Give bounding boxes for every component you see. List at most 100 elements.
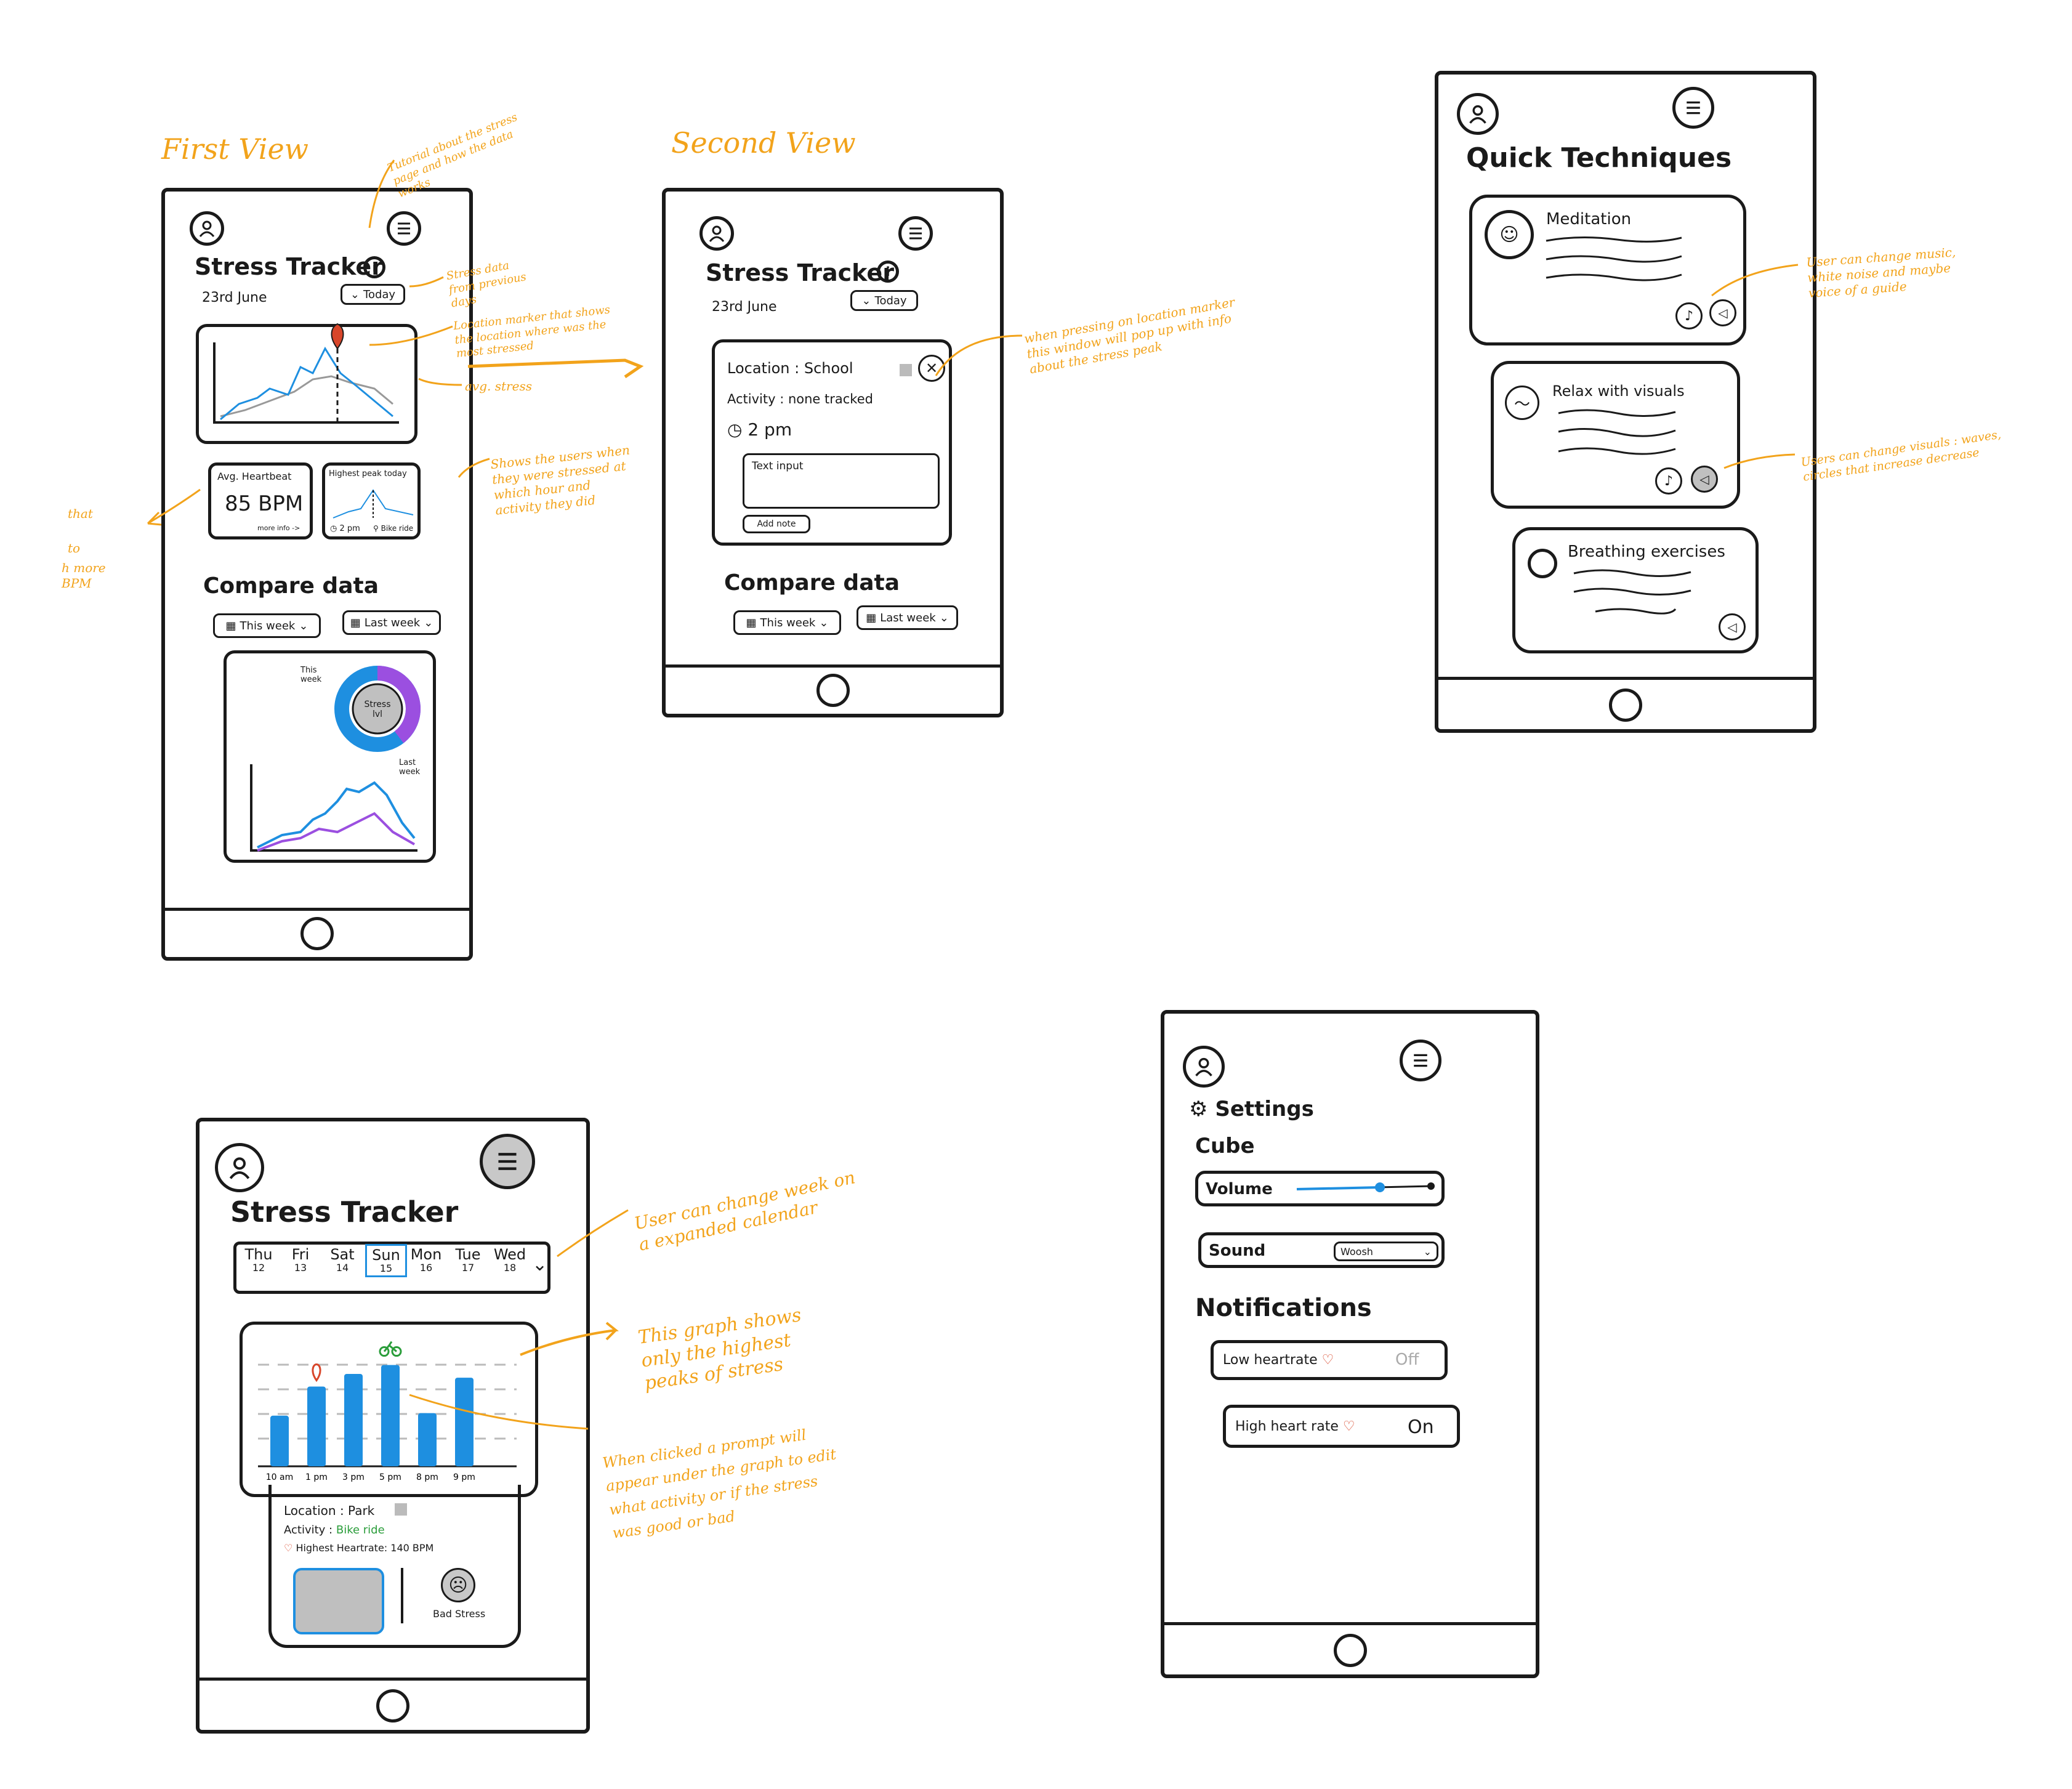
close-icon[interactable]: ✕ [918, 355, 945, 382]
last-week-label: Last week [880, 611, 936, 624]
home-button[interactable] [376, 1689, 409, 1722]
annotation-avg-stress: avg. stress [465, 379, 532, 394]
location-marker-icon [312, 1363, 321, 1383]
popup-activity: Activity : none tracked [727, 392, 873, 406]
detail-heartrate: ♡ Highest Heartrate: 140 BPM [284, 1542, 433, 1554]
settings-title: Settings [1215, 1097, 1314, 1121]
menu-icon[interactable] [387, 211, 421, 246]
profile-icon[interactable] [190, 211, 224, 246]
bar[interactable] [418, 1413, 437, 1466]
this-week-button[interactable]: ▦ This week ⌄ [213, 613, 321, 638]
compare-line-chart [250, 764, 417, 852]
phone-bottom-bar [1438, 677, 1813, 729]
day-wed[interactable]: Wed 18 [491, 1246, 529, 1274]
donut-center-label: Stress lvl [364, 700, 391, 719]
detail-activity-value: Bike ride [336, 1524, 385, 1537]
high-heartrate-row[interactable]: High heart rate ♡ On [1223, 1405, 1460, 1448]
location-popup[interactable]: Location : School ✕ Activity : none trac… [712, 339, 952, 546]
avg-heartbeat-card[interactable]: Avg. Heartbeat 85 BPM more info -> [208, 462, 313, 539]
bar[interactable] [307, 1386, 326, 1467]
wave-icon: 〜 [1505, 386, 1539, 420]
day-thu[interactable]: Thu 12 [240, 1246, 278, 1274]
day-sat[interactable]: Sat 14 [323, 1246, 361, 1274]
first-view-title: First View [161, 132, 309, 166]
add-note-button[interactable]: Add note [743, 515, 810, 533]
bar[interactable] [381, 1365, 400, 1466]
note-text-input[interactable]: Text input [743, 453, 940, 509]
sound-select-value: Woosh [1340, 1245, 1373, 1258]
relax-visuals-card[interactable]: 〜 Relax with visuals ♪ ◁ [1491, 361, 1740, 509]
meditation-label: Meditation [1546, 210, 1632, 228]
speaker-icon[interactable]: ◁ [1691, 466, 1718, 493]
speaker-icon[interactable]: ◁ [1709, 299, 1736, 326]
phone-bottom-bar [200, 1678, 586, 1730]
day-name: Tue [455, 1246, 481, 1263]
photo-placeholder[interactable] [293, 1568, 384, 1634]
bar-label: 8 pm [416, 1472, 438, 1482]
low-heartrate-toggle[interactable]: Off [1395, 1351, 1419, 1369]
bar[interactable] [270, 1415, 289, 1466]
day-mon[interactable]: Mon 16 [407, 1246, 445, 1274]
low-heartrate-row[interactable]: Low heartrate ♡ Off [1211, 1340, 1448, 1380]
last-week-button[interactable]: ▦ Last week ⌄ [342, 610, 441, 635]
peak-detail-card[interactable]: Location : Park Activity : Bike ride ♡ H… [268, 1485, 521, 1648]
home-button[interactable] [1333, 1634, 1367, 1667]
menu-icon[interactable] [1672, 87, 1714, 129]
settings-phone: ⚙ Settings Cube Volume Sound Woosh ⌄ Noti… [1161, 1010, 1539, 1678]
music-note-icon[interactable]: ♪ [1675, 302, 1703, 329]
relax-text-lines [1558, 409, 1676, 455]
phone-bottom-bar [165, 908, 469, 957]
home-button[interactable] [300, 917, 334, 950]
last-week-button[interactable]: ▦ Last week ⌄ [857, 605, 958, 630]
bar[interactable] [455, 1378, 474, 1466]
meditation-card[interactable]: ☺ Meditation ♪ ◁ [1469, 195, 1746, 345]
annotation-change-visuals: Users can change visuals : waves, circle… [1800, 427, 2002, 484]
speaker-icon[interactable]: ◁ [1719, 613, 1746, 640]
home-button[interactable] [816, 674, 850, 707]
chevron-down-icon: ⌄ [861, 294, 871, 307]
high-heartrate-toggle[interactable]: On [1408, 1416, 1434, 1438]
menu-icon[interactable] [1400, 1040, 1441, 1081]
breathing-card[interactable]: Breathing exercises ◁ [1512, 527, 1759, 653]
profile-icon[interactable] [699, 216, 734, 251]
popup-time-value: 2 pm [748, 419, 792, 440]
chevron-down-icon: ⌄ [939, 611, 949, 624]
today-button[interactable]: ⌄ Today [850, 290, 918, 311]
day-sun[interactable]: Sun 15 [365, 1244, 407, 1277]
profile-icon[interactable] [215, 1143, 264, 1192]
chevron-down-icon[interactable]: ⌄ [532, 1254, 547, 1275]
annotation-left-fragment-2: to [68, 541, 81, 555]
menu-icon[interactable] [480, 1134, 535, 1189]
bar[interactable] [344, 1373, 363, 1466]
bike-icon: ⚲ [373, 524, 379, 533]
settings-title-row: ⚙ Settings [1189, 1097, 1314, 1121]
popup-location: Location : School [727, 360, 853, 377]
info-icon[interactable]: i [877, 260, 899, 283]
music-note-icon[interactable]: ♪ [1655, 467, 1682, 495]
sound-select[interactable]: Woosh ⌄ [1334, 1242, 1438, 1261]
peak-bar-chart-card: 10 am 1 pm 3 pm 5 pm 8 pm 9 pm [240, 1322, 538, 1497]
page-title: Stress Tracker [706, 259, 894, 286]
today-button[interactable]: ⌄ Today [341, 284, 405, 305]
volume-slider[interactable] [1294, 1179, 1435, 1197]
highest-peak-card[interactable]: Highest peak today ◷ 2 pm ⚲ Bike ride [322, 462, 421, 539]
profile-icon[interactable] [1457, 93, 1499, 135]
more-info-link[interactable]: more info -> [257, 524, 300, 532]
second-view-phone: Stress Tracker i 23rd June ⌄ Today Locati… [662, 188, 1004, 717]
popup-time: ◷ 2 pm [727, 419, 792, 440]
sad-face-icon[interactable]: ☹ [441, 1568, 475, 1602]
home-button[interactable] [1609, 689, 1642, 722]
location-swatch [900, 364, 912, 376]
menu-icon[interactable] [898, 216, 933, 251]
calendar-icon: ▦ [350, 616, 361, 629]
first-view-phone: Stress Tracker i 23rd June ⌄ Today Avg. H… [161, 188, 473, 961]
day-number: 18 [503, 1262, 517, 1274]
day-tue[interactable]: Tue 17 [449, 1246, 487, 1274]
this-week-button[interactable]: ▦ This week ⌄ [733, 610, 841, 635]
chevron-down-icon: ⌄ [350, 288, 360, 301]
last-week-label: Last week [364, 616, 421, 629]
day-name: Sun [372, 1246, 400, 1264]
day-fri[interactable]: Fri 13 [281, 1246, 320, 1274]
info-icon[interactable]: i [363, 256, 385, 278]
profile-icon[interactable] [1183, 1046, 1225, 1088]
